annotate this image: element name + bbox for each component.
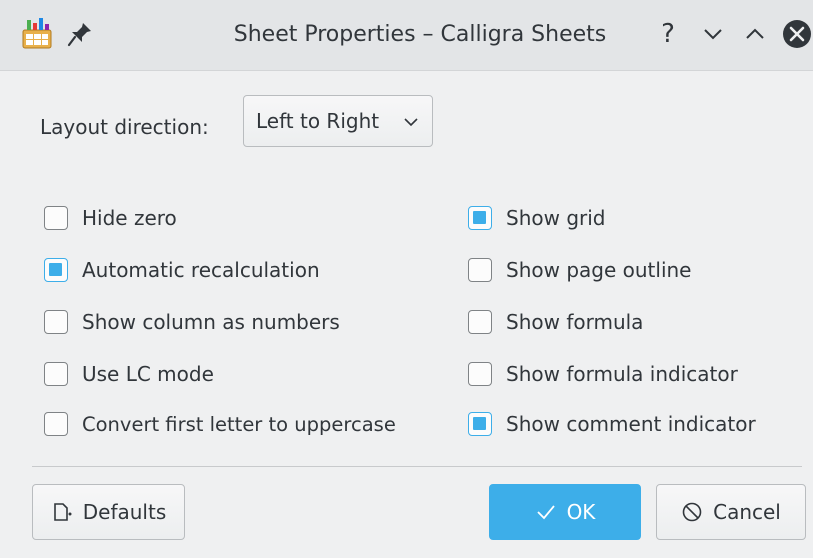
checkbox-label: Show grid	[506, 206, 606, 230]
chevron-down-icon	[404, 118, 418, 127]
checkbox-box[interactable]	[468, 412, 492, 436]
cancel-circle-icon	[681, 501, 703, 523]
checkbox-label: Show page outline	[506, 258, 692, 282]
checkbox-label: Show formula	[506, 310, 644, 334]
show-grid-checkbox[interactable]: Show grid	[468, 203, 606, 233]
show-page-outline-checkbox[interactable]: Show page outline	[468, 255, 691, 285]
document-revert-icon	[51, 501, 73, 523]
checkbox-box[interactable]	[468, 206, 492, 230]
title-bar[interactable]: Sheet Properties – Calligra Sheets ?	[0, 0, 813, 71]
close-button[interactable]	[781, 18, 813, 50]
checkbox-box[interactable]	[44, 362, 68, 386]
hide-zero-checkbox[interactable]: Hide zero	[44, 203, 177, 233]
checkbox-box[interactable]	[44, 310, 68, 334]
checkbox-box[interactable]	[44, 258, 68, 282]
defaults-label: Defaults	[82, 500, 167, 524]
minimize-button[interactable]	[697, 18, 729, 50]
show-formula-indicator-checkbox[interactable]: Show formula indicator	[468, 359, 738, 389]
layout-direction-value: Left to Right	[256, 109, 380, 133]
maximize-button[interactable]	[739, 18, 771, 50]
use-lc-mode-checkbox[interactable]: Use LC mode	[44, 359, 214, 389]
checkmark-icon	[535, 501, 557, 523]
pin-icon[interactable]	[66, 20, 94, 48]
automatic-recalculation-checkbox[interactable]: Automatic recalculation	[44, 255, 320, 285]
checkbox-label: Convert first letter to uppercase	[82, 412, 396, 436]
checkbox-label: Show formula indicator	[506, 362, 738, 386]
button-divider	[32, 466, 802, 467]
window-title: Sheet Properties – Calligra Sheets	[233, 22, 607, 47]
help-button[interactable]: ?	[652, 18, 684, 50]
layout-direction-label: Layout direction:	[40, 115, 209, 139]
layout-direction-select[interactable]: Left to Right	[243, 95, 433, 147]
ok-button[interactable]: OK	[489, 484, 641, 540]
checkbox-label: Automatic recalculation	[82, 258, 320, 282]
checkbox-box[interactable]	[468, 310, 492, 334]
calligra-sheets-icon[interactable]	[20, 16, 54, 50]
checkbox-box[interactable]	[44, 206, 68, 230]
show-formula-checkbox[interactable]: Show formula	[468, 307, 643, 337]
close-icon	[783, 20, 811, 48]
chevron-down-icon	[704, 29, 722, 40]
cancel-button[interactable]: Cancel	[656, 484, 806, 540]
checkbox-label: Show comment indicator	[506, 412, 756, 436]
sheet-properties-dialog: Sheet Properties – Calligra Sheets ? Lay…	[0, 0, 813, 558]
ok-label: OK	[566, 500, 596, 524]
checkbox-box[interactable]	[468, 362, 492, 386]
show-column-as-numbers-checkbox[interactable]: Show column as numbers	[44, 307, 340, 337]
cancel-label: Cancel	[713, 500, 781, 524]
checkbox-box[interactable]	[468, 258, 492, 282]
chevron-up-icon	[746, 28, 764, 39]
convert-first-letter-uppercase-checkbox[interactable]: Convert first letter to uppercase	[44, 409, 396, 439]
help-icon: ?	[661, 19, 675, 49]
defaults-button[interactable]: Defaults	[32, 484, 185, 540]
checkbox-label: Show column as numbers	[82, 310, 340, 334]
show-comment-indicator-checkbox[interactable]: Show comment indicator	[468, 409, 756, 439]
checkbox-box[interactable]	[44, 412, 68, 436]
checkbox-label: Use LC mode	[82, 362, 214, 386]
checkbox-label: Hide zero	[82, 206, 177, 230]
